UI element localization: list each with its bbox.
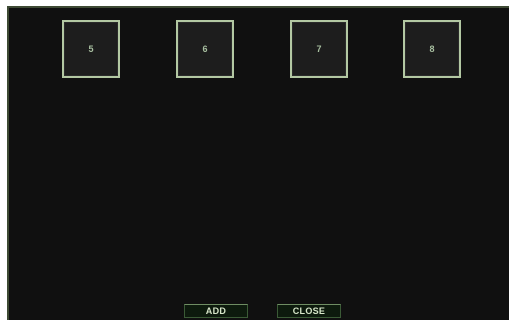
add-button[interactable]: ADD [184,304,248,318]
slot-8[interactable]: 8 [403,20,461,78]
slot-7[interactable]: 7 [290,20,348,78]
slot-6[interactable]: 6 [176,20,234,78]
slot-panel-window: 5 6 7 8 ADD CLOSE [7,6,509,320]
slot-5[interactable]: 5 [62,20,120,78]
close-button[interactable]: CLOSE [277,304,341,318]
